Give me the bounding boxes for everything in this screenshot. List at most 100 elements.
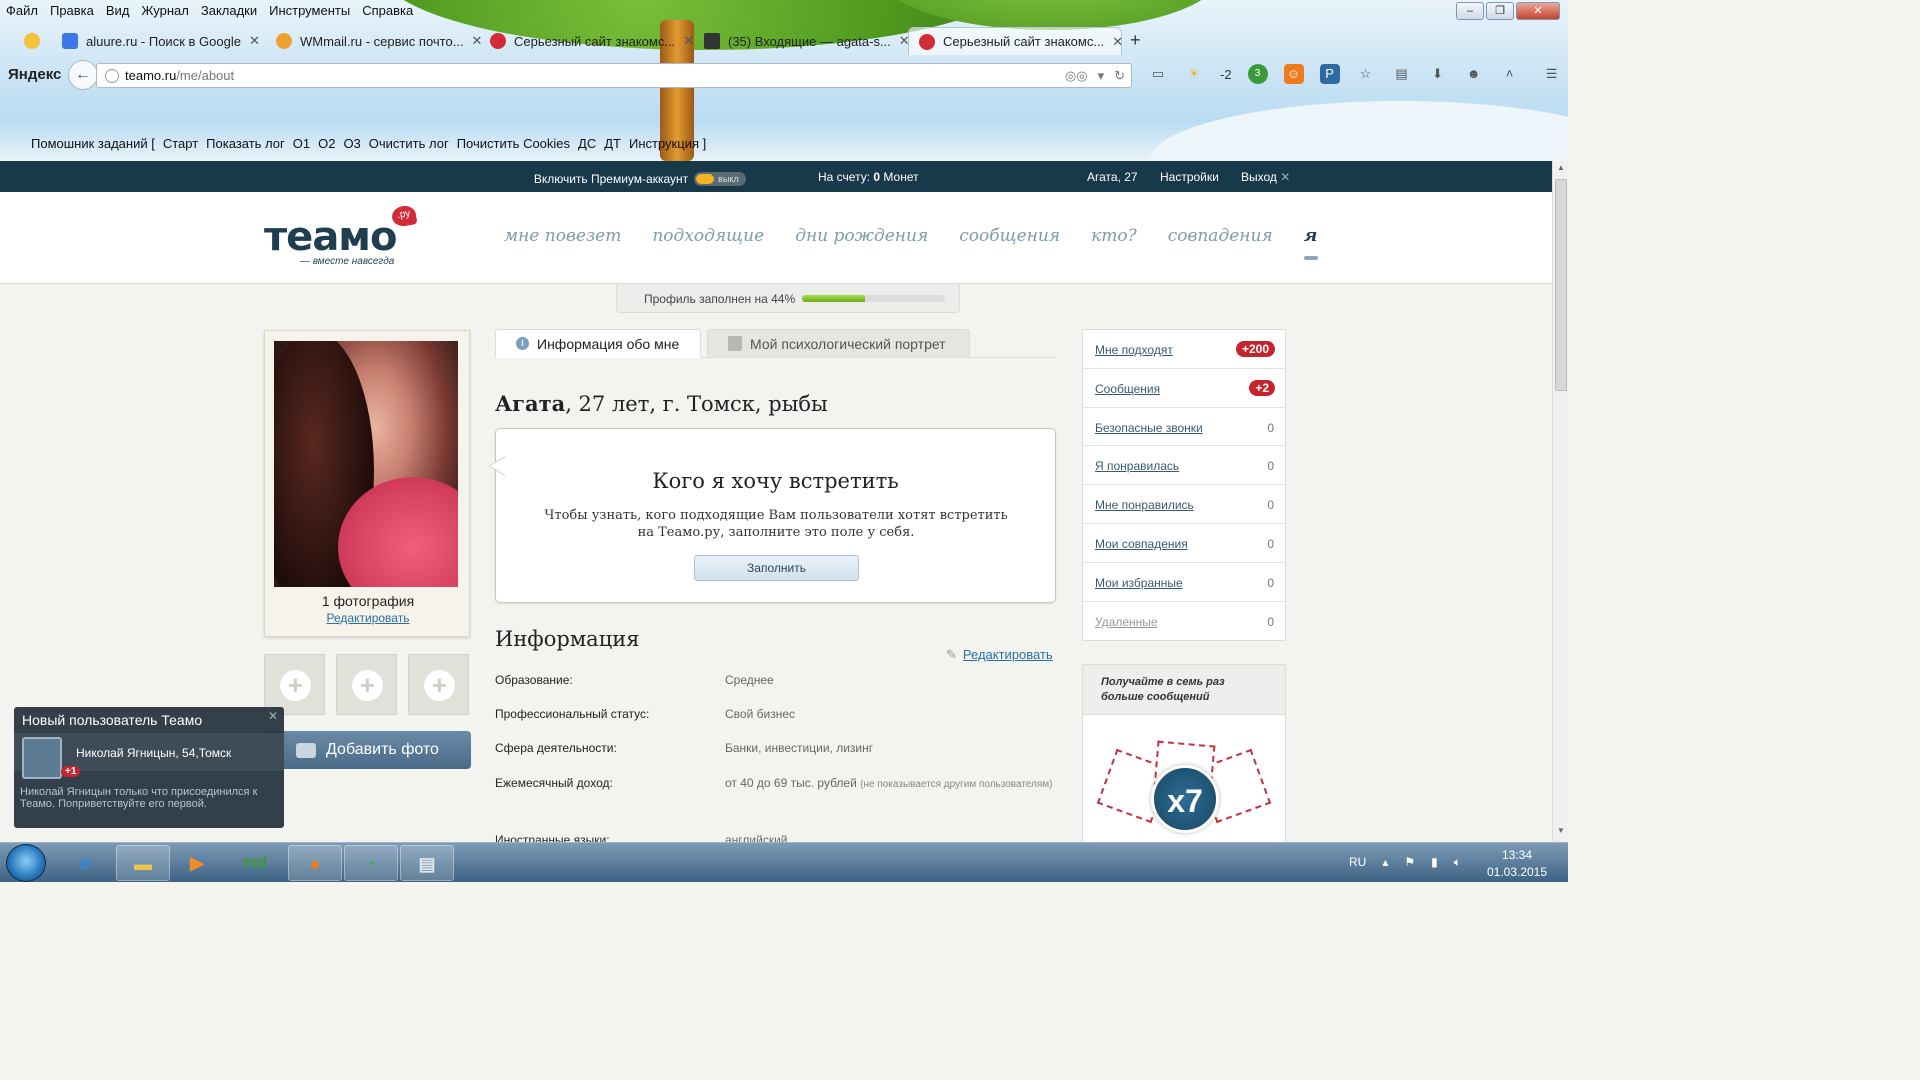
download-icon[interactable]: ⬇ [1428, 64, 1448, 84]
chevron-up-icon[interactable]: ˄ [1500, 64, 1520, 84]
reload-icon[interactable]: ↻ [1114, 68, 1125, 84]
assistant-o1[interactable]: O1 [289, 134, 314, 156]
sidebar-item-deleted[interactable]: Удаленные 0 [1083, 602, 1285, 641]
premium-toggle[interactable]: выкл [694, 171, 747, 186]
sidebar-item-messages[interactable]: Сообщения +2 [1083, 369, 1285, 408]
weather-icon[interactable]: ☀ [1184, 64, 1204, 84]
reader-icon[interactable]: ◎◎ [1065, 68, 1088, 84]
scroll-down-icon[interactable]: ▼ [1553, 826, 1569, 840]
tab-google[interactable]: aluure.ru - Поиск в Google ✕ [52, 27, 266, 55]
screen-icon[interactable]: ▭ [1148, 64, 1168, 84]
dropdown-chevron-icon[interactable]: ▾ [1098, 68, 1105, 84]
tab-teamo-1[interactable]: Серьезный сайт знакомс... ✕ [480, 27, 694, 55]
document-app-icon[interactable]: ▤ [400, 845, 454, 881]
sidebar-item-favorites[interactable]: Мои избранные 0 [1083, 563, 1285, 602]
nav-me[interactable]: я [1303, 226, 1318, 260]
assistant-clear-cookies[interactable]: Почистить Cookies [453, 134, 574, 156]
chat-icon[interactable]: ☻ [1464, 64, 1484, 84]
logout-link[interactable]: Выход ✕ [1241, 170, 1290, 184]
menu-edit[interactable]: Правка [44, 0, 100, 22]
menu-view[interactable]: Вид [100, 0, 136, 22]
add-photo-button[interactable]: Добавить фото [264, 731, 471, 769]
bookmark-star-icon[interactable]: ☆ [1356, 64, 1376, 84]
menu-bookmarks[interactable]: Закладки [195, 0, 263, 22]
sidebar-item-matches[interactable]: Мне подходят +200 [1083, 330, 1285, 369]
assistant-o3[interactable]: O3 [339, 134, 364, 156]
menu-file[interactable]: Файл [0, 0, 44, 22]
site-logo[interactable]: теамо [264, 214, 397, 260]
assistant-dt[interactable]: ДТ [600, 134, 625, 156]
menu-history[interactable]: Журнал [135, 0, 194, 22]
md-app-icon[interactable]: md [228, 845, 282, 881]
assistant-instructions[interactable]: Инструкция ] [625, 134, 710, 156]
premium-toggle-area[interactable]: Включить Премиум-аккаунт выкл [508, 161, 772, 196]
nav-lucky[interactable]: мне повезет [504, 226, 621, 246]
sidebar-item-calls[interactable]: Безопасные звонки 0 [1083, 408, 1285, 447]
tab-pinned[interactable] [14, 27, 54, 55]
notification-user[interactable]: Николай Ягницын, 54,Томск [76, 746, 231, 760]
yandex-logo[interactable]: Яндекс [8, 66, 61, 83]
clock[interactable]: 13:34 01.03.2015 [1480, 847, 1554, 881]
extension-icon[interactable]: P [1319, 64, 1340, 84]
nav-birthdays[interactable]: дни рождения [795, 226, 928, 246]
info-edit-link[interactable]: ✎ Редактировать [946, 647, 1053, 663]
hamburger-menu-icon[interactable]: ☰ [1542, 64, 1562, 84]
nav-coincidences[interactable]: совпадения [1168, 226, 1273, 246]
user-name-link[interactable]: Агата, 27 [1087, 170, 1138, 184]
counter-icon[interactable]: 3 [1247, 64, 1268, 84]
new-tab-icon[interactable]: + [1130, 30, 1141, 51]
scrollbar-thumb[interactable] [1555, 179, 1567, 391]
settings-link[interactable]: Настройки [1160, 170, 1219, 184]
tab-portrait[interactable]: Мой психологический портрет [707, 329, 970, 358]
close-tab-icon[interactable]: ✕ [241, 33, 260, 49]
promo-banner[interactable]: Получайте в семь раз больше сообщений x7 [1082, 664, 1286, 844]
clipboard-icon[interactable]: ▤ [1392, 64, 1412, 84]
menu-tools[interactable]: Инструменты [263, 0, 356, 22]
minimize-button[interactable]: – [1456, 2, 1484, 20]
add-photo-slot[interactable]: + [336, 654, 397, 715]
close-icon[interactable]: ✕ [268, 709, 278, 723]
explorer-folder-icon[interactable]: ▬ [116, 845, 170, 881]
assistant-o2[interactable]: O2 [314, 134, 339, 156]
nav-who[interactable]: кто? [1091, 226, 1137, 246]
close-tab-icon[interactable]: ✕ [1104, 34, 1123, 50]
close-tab-icon[interactable]: ✕ [675, 33, 694, 49]
page-scrollbar[interactable]: ▲ ▼ [1552, 161, 1568, 842]
close-tab-icon[interactable]: ✕ [891, 33, 910, 49]
fill-button[interactable]: Заполнить [694, 555, 859, 581]
tab-about[interactable]: i Информация обо мне [495, 329, 701, 358]
ie-icon[interactable]: e [58, 845, 112, 881]
sidebar-item-i-liked[interactable]: Мне понравились 0 [1083, 485, 1285, 524]
scroll-up-icon[interactable]: ▲ [1553, 163, 1569, 177]
nav-matching[interactable]: подходящие [652, 226, 764, 246]
flag-icon[interactable]: ⚑ [1404, 855, 1415, 870]
sidebar-item-liked-me[interactable]: Я понравилась 0 [1083, 446, 1285, 486]
assistant-ds[interactable]: ДС [574, 134, 600, 156]
assistant-clear-log[interactable]: Очистить лог [365, 134, 453, 156]
add-photo-slot[interactable]: + [264, 654, 325, 715]
new-user-notification[interactable]: Новый пользователь Теамо ✕ +1 Николай Яг… [14, 707, 284, 828]
odnoklassniki-icon[interactable]: ☺ [1283, 64, 1304, 84]
tab-teamo-active[interactable]: Серьезный сайт знакомс... ✕ [908, 27, 1123, 55]
network-icon[interactable]: ▮ [1431, 855, 1438, 870]
tab-inbox[interactable]: (35) Входящие — agata-s... ✕ [694, 27, 910, 55]
assistant-start[interactable]: Старт [159, 134, 202, 156]
address-bar[interactable]: teamo.ru /me/about ◎◎ ▾ ↻ [96, 63, 1132, 88]
firefox-icon[interactable]: ● [288, 845, 342, 881]
menu-help[interactable]: Справка [356, 0, 419, 22]
language-indicator[interactable]: RU [1349, 855, 1366, 870]
photo-edit-link[interactable]: Редактировать [265, 611, 471, 625]
close-window-button[interactable]: ✕ [1516, 2, 1560, 20]
sidebar-item-coincidences[interactable]: Мои совпадения 0 [1083, 524, 1285, 563]
add-photo-slot[interactable]: + [408, 654, 469, 715]
tab-wmmail[interactable]: WMmail.ru - сервис почто... ✕ [266, 27, 482, 55]
profile-photo[interactable] [274, 341, 458, 587]
restore-button[interactable]: ❐ [1486, 2, 1514, 20]
media-player-icon[interactable]: ▶ [170, 845, 224, 881]
tray-chevron-up-icon[interactable]: ▴ [1382, 855, 1388, 870]
start-button[interactable] [6, 844, 46, 882]
volume-icon[interactable]: 🔈︎ [1454, 855, 1461, 870]
back-button[interactable]: ← [68, 60, 98, 90]
nav-messages[interactable]: сообщения [959, 226, 1060, 246]
meter-app-icon[interactable]: ◔ [344, 845, 398, 881]
